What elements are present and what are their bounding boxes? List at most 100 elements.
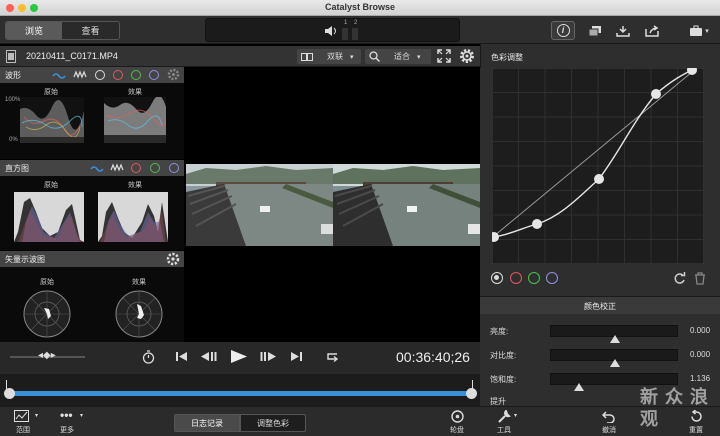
reset-button[interactable]: 重置 [685, 409, 709, 435]
undo-arrow-icon [602, 411, 615, 423]
saturation-label: 饱和度: [490, 375, 517, 384]
channel-luma-button[interactable] [95, 70, 105, 80]
curve-channel-blue-button[interactable] [546, 272, 558, 284]
channel-1-meter [342, 28, 348, 40]
split-view-icon [301, 52, 313, 61]
chevron-down-icon: ▾ [417, 53, 421, 61]
step-back-icon[interactable] [201, 351, 217, 362]
playhead-handle[interactable] [4, 388, 15, 399]
import-button[interactable] [611, 21, 635, 40]
gear-icon[interactable] [459, 48, 475, 64]
undo-button[interactable]: 撤消 [598, 409, 622, 435]
waveform-top-percent: 100% [5, 97, 21, 103]
wave-parade-icon[interactable] [73, 70, 87, 79]
channel-green-button[interactable] [150, 163, 160, 173]
compare-mode-label: 双联 [327, 52, 343, 61]
channel-red-button[interactable] [131, 163, 141, 173]
gear-icon[interactable] [166, 252, 180, 266]
wheel-label: 轮盘 [450, 427, 464, 434]
channel-red-button[interactable] [113, 70, 123, 80]
zoom-select[interactable]: 适合 ▾ [365, 49, 431, 64]
timeline-track[interactable] [8, 391, 472, 396]
contrast-value[interactable]: 0.000 [690, 350, 710, 359]
tab-adjust-color[interactable]: 调整色彩 [240, 414, 306, 432]
toolbox-menu[interactable]: ▾ [683, 21, 715, 40]
timeline-progress [8, 391, 472, 396]
channel-blue-button[interactable] [149, 70, 159, 80]
brightness-slider-thumb[interactable] [610, 335, 620, 343]
channel-blue-button[interactable] [169, 163, 179, 173]
curve-point[interactable] [594, 174, 604, 184]
color-correction-header: 颜色校正 [480, 296, 720, 314]
more-button[interactable]: ••• ▾ 更多 [58, 408, 88, 435]
contrast-slider[interactable] [550, 349, 678, 367]
title-bar: Catalyst Browse [0, 0, 720, 16]
channel-green-button[interactable] [131, 70, 141, 80]
step-forward-icon[interactable] [260, 351, 276, 362]
go-to-end-icon[interactable] [291, 351, 302, 362]
wheel-button[interactable]: 轮盘 [444, 409, 472, 435]
magnifier-icon [369, 51, 380, 62]
trash-icon[interactable] [694, 272, 706, 285]
brightness-slider[interactable] [550, 325, 678, 343]
transport-bar: ◂◆▸ 00:36:40;26 [0, 342, 480, 374]
tab-view[interactable]: 查看 [62, 22, 119, 39]
histogram-header: 直方图 [0, 160, 184, 176]
waveform-effect-label: 效果 [128, 89, 142, 96]
brightness-value[interactable]: 0.000 [690, 326, 710, 335]
wave-parade-icon[interactable] [110, 163, 124, 172]
saturation-value[interactable]: 1.136 [690, 374, 710, 383]
stopwatch-icon[interactable] [142, 350, 155, 364]
tools-button[interactable]: ▾ 工具 [494, 409, 524, 435]
range-button[interactable]: ▾ 范围 [8, 409, 44, 435]
export-button[interactable] [640, 21, 664, 40]
histogram-effect-label: 效果 [128, 182, 142, 189]
undo-label: 撤消 [602, 427, 616, 434]
video-frame-original [186, 164, 333, 246]
jog-shuttle-handle[interactable]: ◂◆▸ [38, 350, 56, 361]
channel-2-meter [352, 28, 358, 40]
loop-icon[interactable] [325, 350, 339, 363]
info-button[interactable]: i [551, 21, 575, 40]
more-dots-icon: ••• [60, 408, 73, 422]
reset-curve-icon[interactable] [673, 272, 686, 285]
wave-overlay-icon[interactable] [90, 164, 104, 172]
curve-point[interactable] [651, 89, 661, 99]
briefcase-icon [690, 25, 703, 36]
main-toolbar: 浏览 查看 1 2 i ▾ [0, 16, 720, 44]
go-to-start-icon[interactable] [176, 351, 187, 362]
chevron-down-icon: ▾ [80, 413, 84, 419]
contrast-slider-thumb[interactable] [610, 359, 620, 367]
curve-channel-rgb-button[interactable] [491, 272, 503, 284]
curves-graph[interactable] [492, 68, 704, 264]
reset-arrow-icon [691, 410, 702, 422]
brightness-row: 亮度: 0.000 [488, 321, 720, 343]
copy-button[interactable] [583, 21, 607, 40]
curve-channel-red-button[interactable] [510, 272, 522, 284]
vectorscope-scope: 原始 效果 [0, 267, 184, 342]
tab-log[interactable]: 日志记录 [174, 414, 240, 432]
saturation-slider[interactable] [550, 373, 678, 391]
copy-icon [588, 25, 601, 36]
waveform-bottom-percent: 0% [9, 137, 18, 143]
compare-mode-select[interactable]: 双联 ▾ [297, 49, 361, 64]
curve-channel-green-button[interactable] [528, 272, 540, 284]
contrast-row: 对比度: 0.000 [488, 345, 720, 367]
chevron-down-icon: ▾ [514, 413, 518, 419]
wave-overlay-icon[interactable] [52, 71, 66, 79]
end-handle[interactable] [466, 388, 477, 399]
vectorscope-header: 矢量示波图 [0, 251, 184, 267]
play-icon[interactable] [230, 349, 248, 364]
fullscreen-icon[interactable] [437, 49, 451, 63]
info-icon: i [556, 24, 570, 37]
film-icon [6, 50, 16, 63]
chevron-down-icon: ▾ [350, 53, 354, 61]
contrast-label: 对比度: [490, 351, 517, 360]
curve-point[interactable] [532, 219, 542, 229]
saturation-slider-thumb[interactable] [574, 383, 585, 391]
tab-browse[interactable]: 浏览 [6, 22, 63, 39]
waveform-original-plot [20, 97, 84, 143]
speaker-icon[interactable] [324, 25, 338, 37]
gear-icon[interactable] [167, 68, 180, 81]
histogram-title: 直方图 [5, 163, 29, 173]
